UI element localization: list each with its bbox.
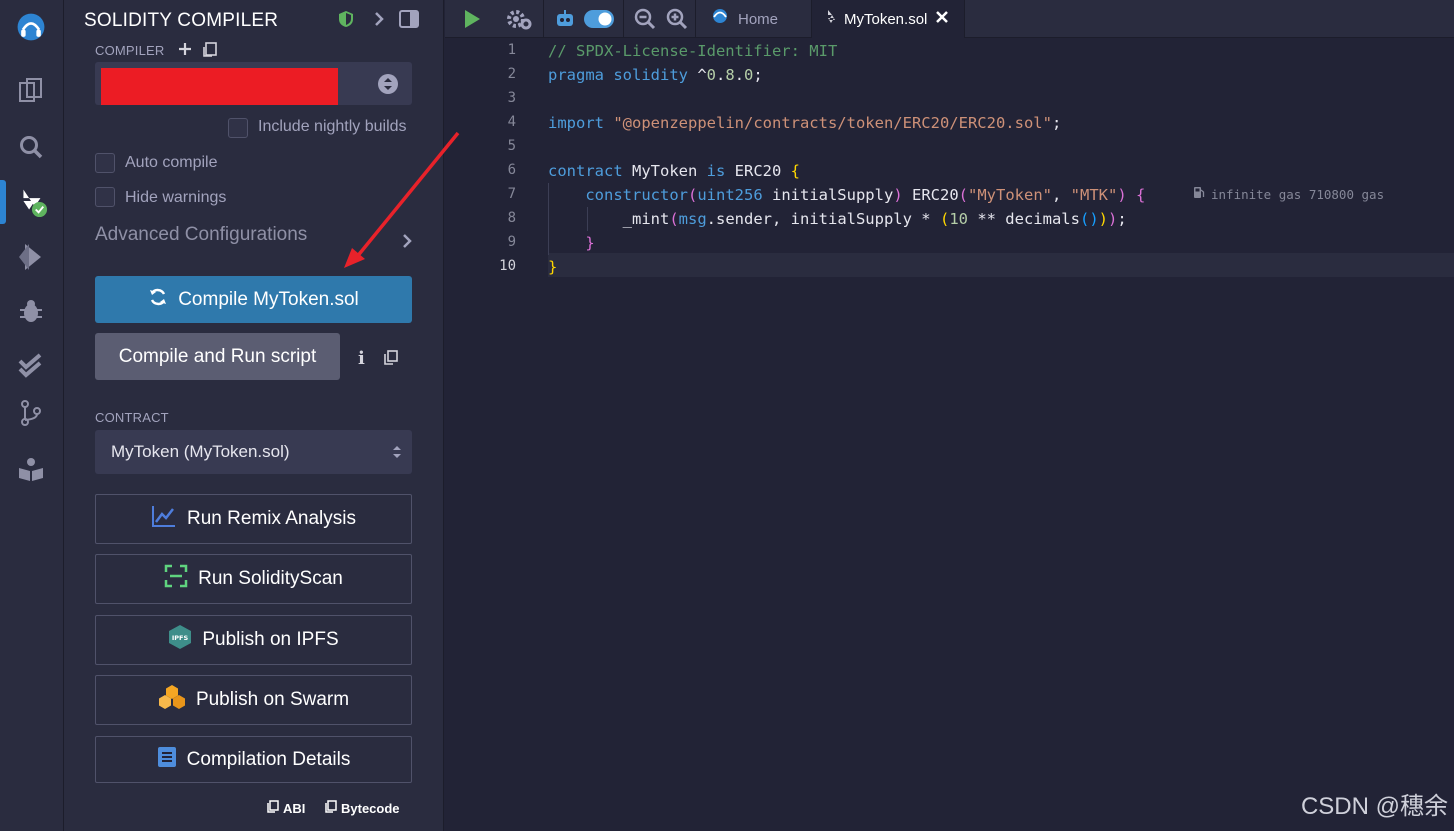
annotation-arrow xyxy=(344,131,460,268)
watermark: CSDN @穗余 xyxy=(1300,793,1448,820)
